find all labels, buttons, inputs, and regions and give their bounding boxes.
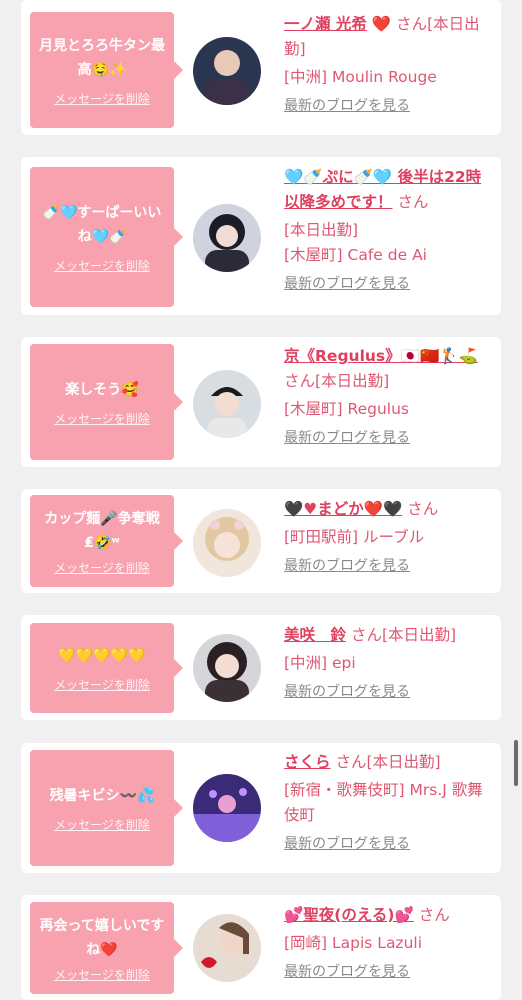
list-item: カップ麺🎤争奪戦₤🤣ʷ メッセージを削除 🖤♥まどか❤️🖤 さん [町田駅前] … bbox=[21, 489, 501, 593]
cast-info: 京《Regulus》🇯🇵🇨🇳🏌️⛳ さん[本日出勤] [木屋町] Regulus… bbox=[284, 344, 496, 451]
cast-info: 美咲 鈴 さん[本日出勤] [中洲] epi 最新のブログを見る bbox=[284, 623, 496, 705]
cast-name-link[interactable]: 💕聖夜(のえる)💕 bbox=[284, 906, 414, 924]
honorific: さん bbox=[397, 193, 429, 211]
shop-location: [木屋町] Cafe de Ai bbox=[284, 246, 427, 264]
delete-message-link[interactable]: メッセージを削除 bbox=[54, 816, 150, 833]
delete-message-link[interactable]: メッセージを削除 bbox=[54, 966, 150, 983]
message-text: 💛💛💛💛💛 bbox=[58, 647, 146, 664]
cast-info: 💕聖夜(のえる)💕 さん [岡崎] Lapis Lazuli 最新のブログを見る bbox=[284, 903, 496, 985]
message-text: カップ麺🎤争奪戦₤🤣ʷ bbox=[44, 510, 160, 551]
message-bubble: 楽しそう🥰 メッセージを削除 bbox=[30, 344, 183, 460]
cast-name-link[interactable]: 一ノ瀬 光希 bbox=[284, 15, 367, 33]
avatar[interactable] bbox=[193, 37, 261, 105]
cast-name-link[interactable]: 🩵🍼ぷに🍼🩵 後半は22時以降多めです！ bbox=[284, 168, 481, 211]
honorific: さん bbox=[335, 753, 367, 771]
latest-blog-link[interactable]: 最新のブログを見る bbox=[284, 94, 410, 119]
cast-name-link[interactable]: さくら bbox=[284, 753, 331, 771]
list-item: 残暑キビシ〰️💦 メッセージを削除 さくら さん[本日出勤] [新宿・歌舞伎町]… bbox=[21, 743, 501, 873]
message-bubble: 💛💛💛💛💛 メッセージを削除 bbox=[30, 623, 183, 713]
list-item: 再会って嬉しいですね❤️ メッセージを削除 💕聖夜(のえる)💕 さん [岡崎] … bbox=[21, 895, 501, 1000]
list-item: 🍼🩵すーぱーいいね🩵🍼 メッセージを削除 🩵🍼ぷに🍼🩵 後半は22時以降多めです… bbox=[21, 157, 501, 315]
list-item: 月見とろろ牛タン最高🤤✨ メッセージを削除 一ノ瀬 光希 ❤️ さん[本日出勤]… bbox=[21, 0, 501, 135]
honorific: さん bbox=[284, 372, 316, 390]
status-tag: [本日出勤] bbox=[315, 372, 390, 390]
cast-info: さくら さん[本日出勤] [新宿・歌舞伎町] Mrs.J 歌舞伎町 最新のブログ… bbox=[284, 750, 496, 857]
cast-info: 🖤♥まどか❤️🖤 さん [町田駅前] ルーブル 最新のブログを見る bbox=[284, 497, 496, 579]
shop-location: [町田駅前] ルーブル bbox=[284, 528, 425, 546]
honorific: さん bbox=[350, 626, 382, 644]
heart-icon: ❤️ bbox=[371, 15, 392, 33]
delete-message-link[interactable]: メッセージを削除 bbox=[54, 257, 150, 274]
cast-info: 一ノ瀬 光希 ❤️ さん[本日出勤] [中洲] Moulin Rouge 最新の… bbox=[284, 12, 496, 119]
message-text: 月見とろろ牛タン最高🤤✨ bbox=[39, 37, 165, 78]
avatar[interactable] bbox=[193, 204, 261, 272]
cast-name-link[interactable]: 美咲 鈴 bbox=[284, 626, 346, 644]
message-text: 🍼🩵すーぱーいいね🩵🍼 bbox=[42, 204, 162, 245]
cast-name-link[interactable]: 🖤♥まどか❤️🖤 bbox=[284, 500, 402, 518]
list-item: 💛💛💛💛💛 メッセージを削除 美咲 鈴 さん[本日出勤] [中洲] epi 最新… bbox=[21, 615, 501, 720]
cast-name-link[interactable]: 京《Regulus》🇯🇵🇨🇳🏌️⛳ bbox=[284, 347, 478, 365]
delete-message-link[interactable]: メッセージを削除 bbox=[54, 410, 150, 427]
list-item: 楽しそう🥰 メッセージを削除 京《Regulus》🇯🇵🇨🇳🏌️⛳ さん[本日出勤… bbox=[21, 337, 501, 467]
scrollbar[interactable] bbox=[514, 740, 518, 786]
status-tag: [本日出勤] bbox=[284, 221, 359, 239]
latest-blog-link[interactable]: 最新のブログを見る bbox=[284, 272, 410, 297]
status-tag: [本日出勤] bbox=[381, 626, 457, 644]
shop-location: [新宿・歌舞伎町] Mrs.J 歌舞伎町 bbox=[284, 781, 483, 824]
honorific: さん bbox=[407, 500, 439, 518]
message-bubble: 🍼🩵すーぱーいいね🩵🍼 メッセージを削除 bbox=[30, 167, 183, 307]
latest-blog-link[interactable]: 最新のブログを見る bbox=[284, 832, 410, 857]
shop-location: [中洲] epi bbox=[284, 654, 356, 672]
shop-location: [岡崎] Lapis Lazuli bbox=[284, 934, 423, 952]
honorific: さん bbox=[418, 906, 450, 924]
honorific: さん bbox=[396, 15, 428, 33]
status-tag: [本日出勤] bbox=[366, 753, 441, 771]
latest-blog-link[interactable]: 最新のブログを見る bbox=[284, 680, 410, 705]
avatar[interactable] bbox=[193, 509, 261, 577]
delete-message-link[interactable]: メッセージを削除 bbox=[54, 559, 150, 576]
avatar[interactable] bbox=[193, 774, 261, 842]
delete-message-link[interactable]: メッセージを削除 bbox=[54, 90, 150, 107]
latest-blog-link[interactable]: 最新のブログを見る bbox=[284, 554, 410, 579]
shop-location: [中洲] Moulin Rouge bbox=[284, 68, 437, 86]
shop-location: [木屋町] Regulus bbox=[284, 400, 409, 418]
message-bubble: カップ麺🎤争奪戦₤🤣ʷ メッセージを削除 bbox=[30, 495, 183, 587]
message-bubble: 月見とろろ牛タン最高🤤✨ メッセージを削除 bbox=[30, 12, 183, 128]
message-text: 楽しそう🥰 bbox=[65, 381, 139, 398]
avatar[interactable] bbox=[193, 634, 261, 702]
cast-info: 🩵🍼ぷに🍼🩵 後半は22時以降多めです！ さん [本日出勤] [木屋町] Caf… bbox=[284, 165, 496, 297]
avatar[interactable] bbox=[193, 914, 261, 982]
message-bubble: 再会って嬉しいですね❤️ メッセージを削除 bbox=[30, 902, 183, 994]
avatar[interactable] bbox=[193, 370, 261, 438]
message-bubble: 残暑キビシ〰️💦 メッセージを削除 bbox=[30, 750, 183, 866]
message-text: 残暑キビシ〰️💦 bbox=[49, 787, 155, 804]
delete-message-link[interactable]: メッセージを削除 bbox=[54, 676, 150, 693]
latest-blog-link[interactable]: 最新のブログを見る bbox=[284, 426, 410, 451]
latest-blog-link[interactable]: 最新のブログを見る bbox=[284, 960, 410, 985]
message-text: 再会って嬉しいですね❤️ bbox=[39, 917, 165, 958]
